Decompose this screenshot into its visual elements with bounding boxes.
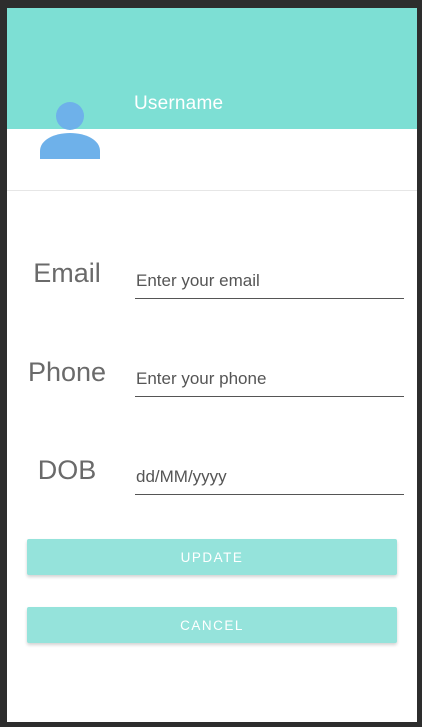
profile-screen: Username Email Phone DOB UPDATE CANCEL bbox=[7, 8, 417, 722]
email-field[interactable] bbox=[135, 264, 404, 299]
email-label: Email bbox=[33, 258, 101, 288]
dob-label: DOB bbox=[37, 455, 97, 485]
phone-label: Phone bbox=[27, 357, 107, 387]
device-frame: Username Email Phone DOB UPDATE CANCEL bbox=[0, 0, 422, 727]
username-label: Username bbox=[134, 93, 224, 114]
phone-field[interactable] bbox=[135, 362, 404, 397]
person-icon bbox=[40, 102, 100, 159]
header-divider bbox=[7, 190, 417, 191]
dob-field[interactable] bbox=[135, 460, 404, 495]
update-button[interactable]: UPDATE bbox=[27, 539, 397, 575]
cancel-button[interactable]: CANCEL bbox=[27, 607, 397, 643]
